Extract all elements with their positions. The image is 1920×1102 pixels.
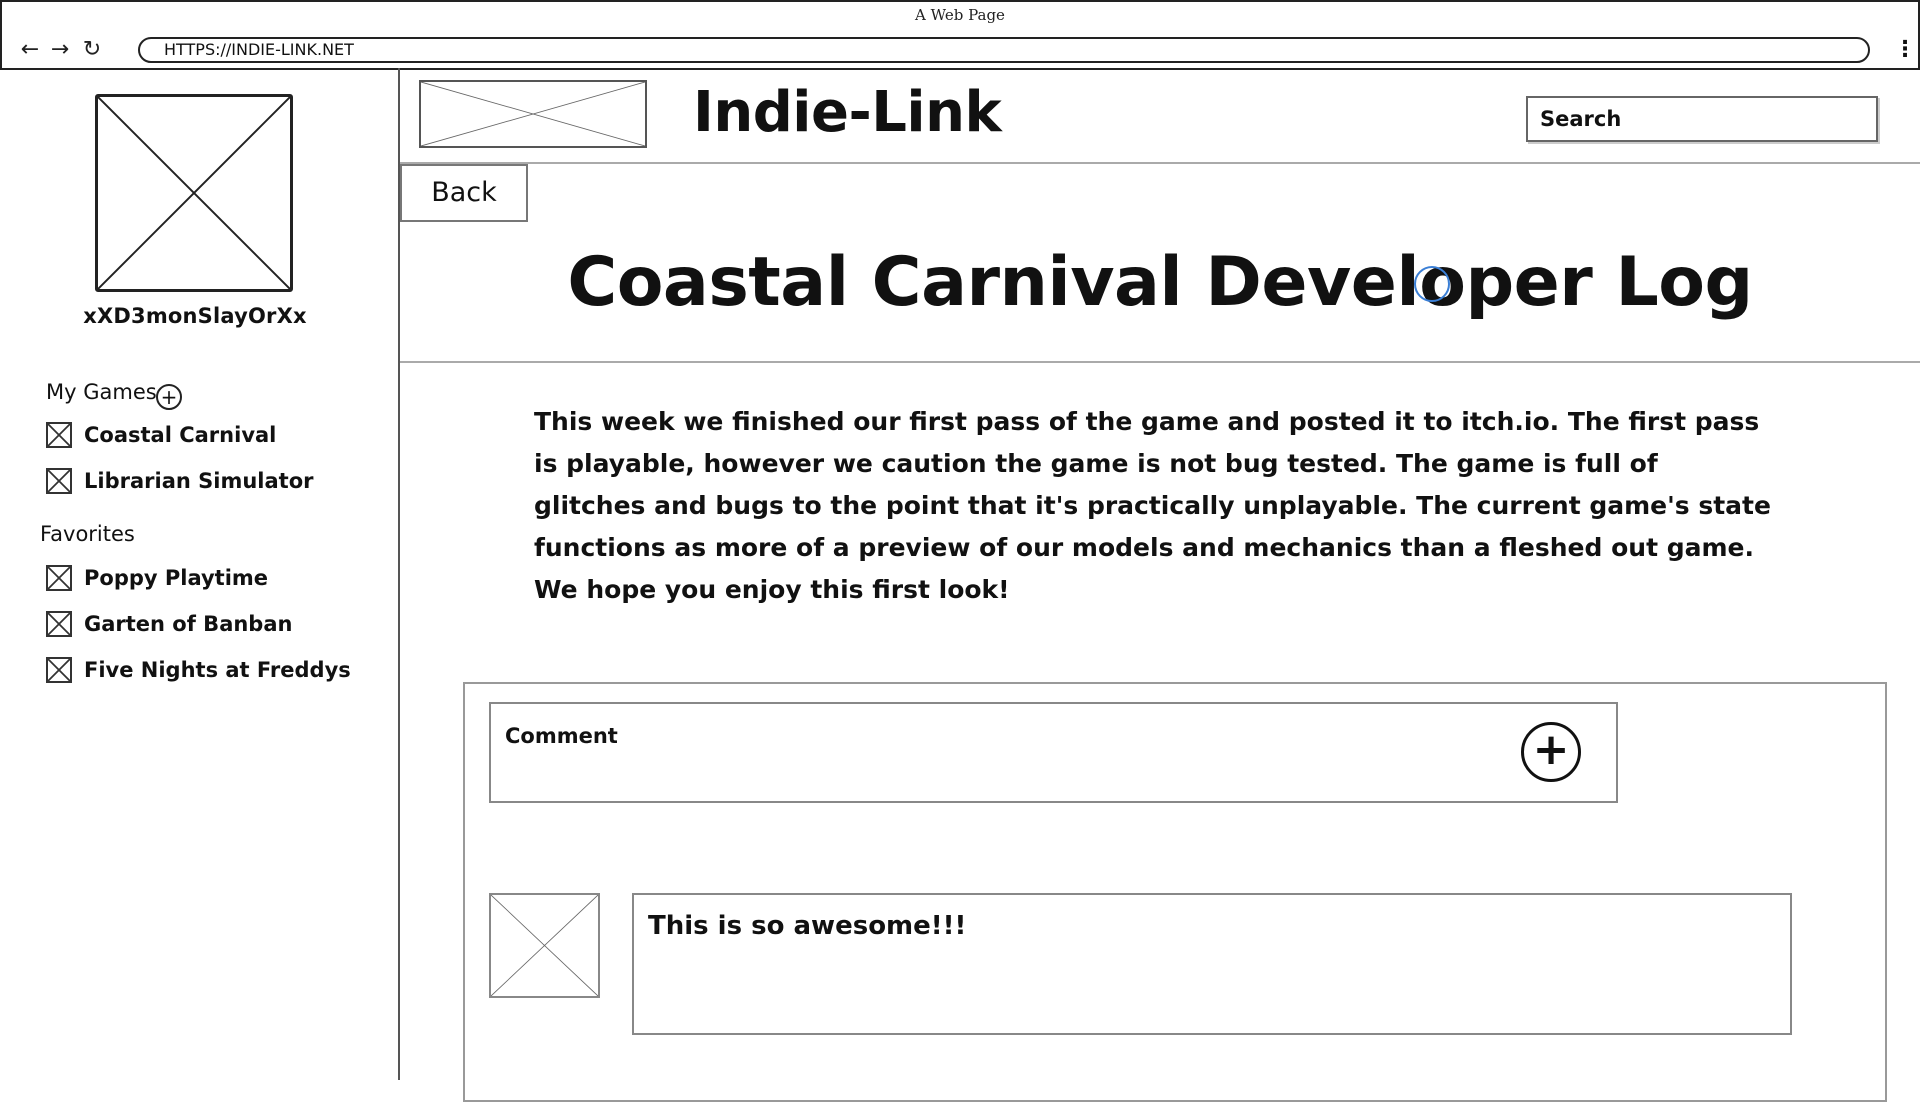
sidebar-item-label: Five Nights at Freddys <box>84 658 351 682</box>
site-title[interactable]: Indie-Link <box>693 80 1002 145</box>
image-placeholder-icon <box>98 97 290 289</box>
sidebar-item-poppy-playtime[interactable]: Poppy Playtime <box>46 563 268 593</box>
comment-item: This is so awesome!!! <box>632 893 1792 1035</box>
sidebar-item-label: Garten of Banban <box>84 612 293 636</box>
page-title: Coastal Carnival Developer Log <box>567 243 1753 322</box>
image-placeholder-icon <box>491 895 598 996</box>
game-thumbnail-icon <box>46 611 72 637</box>
commenter-avatar[interactable] <box>489 893 600 998</box>
my-games-heading: My Games <box>46 380 157 404</box>
sidebar-item-garten-of-banban[interactable]: Garten of Banban <box>46 609 292 639</box>
game-thumbnail-icon <box>46 468 72 494</box>
search-input[interactable]: Search <box>1526 96 1878 142</box>
post-body: This week we finished our first pass of … <box>534 407 1771 604</box>
sidebar: xXD3monSlayOrXx My Games + Coastal Carni… <box>0 68 400 1080</box>
profile-avatar[interactable] <box>95 94 293 292</box>
browser-chrome: A Web Page ← → ↻ HTTPS://INDIE-LINK.NET … <box>0 0 1920 70</box>
reload-icon[interactable]: ↻ <box>80 38 104 62</box>
menu-kebab-icon[interactable]: ⋮ <box>1894 38 1916 62</box>
back-button[interactable]: Back <box>400 164 528 222</box>
sidebar-item-five-nights-at-freddys[interactable]: Five Nights at Freddys <box>46 655 351 685</box>
cursor-click-indicator <box>1414 266 1450 302</box>
comment-input-label: Comment <box>505 724 618 748</box>
add-game-button[interactable]: + <box>156 384 182 410</box>
game-thumbnail-icon <box>46 565 72 591</box>
site-logo[interactable] <box>419 80 647 148</box>
sidebar-item-label: Librarian Simulator <box>84 469 314 493</box>
url-bar[interactable]: HTTPS://INDIE-LINK.NET <box>138 37 1870 63</box>
back-arrow-icon[interactable]: ← <box>18 38 42 62</box>
favorites-heading: Favorites <box>40 522 135 546</box>
window-title: A Web Page <box>915 6 1005 24</box>
game-thumbnail-icon <box>46 422 72 448</box>
comment-text: This is so awesome!!! <box>648 911 967 941</box>
sidebar-item-label: Poppy Playtime <box>84 566 269 590</box>
add-comment-button[interactable]: + <box>1521 722 1581 782</box>
username: xXD3monSlayOrXx <box>83 304 307 328</box>
game-thumbnail-icon <box>46 657 72 683</box>
comment-input[interactable]: Comment + <box>489 702 1618 803</box>
image-placeholder-icon <box>421 82 645 146</box>
sidebar-item-coastal-carnival[interactable]: Coastal Carnival <box>46 420 276 450</box>
forward-arrow-icon[interactable]: → <box>48 38 72 62</box>
title-divider <box>400 361 1920 363</box>
site-header: Indie-Link Search <box>400 68 1920 164</box>
sidebar-item-librarian-simulator[interactable]: Librarian Simulator <box>46 466 313 496</box>
sidebar-item-label: Coastal Carnival <box>84 423 277 447</box>
